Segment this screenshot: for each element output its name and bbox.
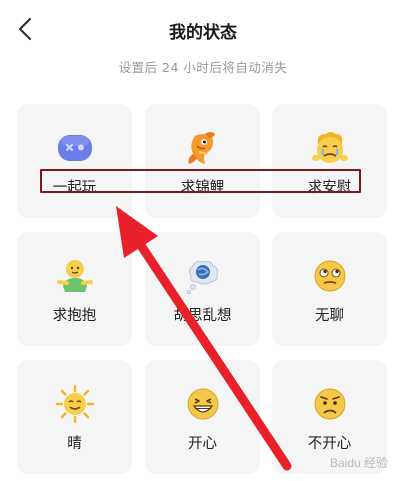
status-grid: 一起玩 求锦鲤 求安慰 求抱抱 胡思乱想 无聊 晴 开心 不开心: [0, 0, 406, 481]
watermark: Baidu 经验: [329, 456, 388, 470]
status-tile-sunny[interactable]: 晴: [17, 360, 132, 474]
status-tile-happy[interactable]: 开心: [145, 360, 260, 474]
annotation-highlight-box: [40, 169, 361, 193]
sun-icon: [17, 384, 132, 424]
status-tile-comfort[interactable]: 求安慰: [272, 104, 387, 218]
hug-person-icon: [17, 256, 132, 296]
status-tile-hug[interactable]: 求抱抱: [17, 232, 132, 346]
grinning-face-icon: [145, 384, 260, 424]
status-tile-bored[interactable]: 无聊: [272, 232, 387, 346]
status-tile-koi[interactable]: 求锦鲤: [145, 104, 260, 218]
sad-face-icon: [272, 384, 387, 424]
status-label: 求抱抱: [52, 308, 97, 324]
status-label: 不开心: [307, 436, 352, 452]
status-tile-play-together[interactable]: 一起玩: [17, 104, 132, 218]
status-label: 晴: [67, 436, 82, 452]
status-label: 无聊: [315, 308, 344, 324]
bored-face-icon: [272, 256, 387, 296]
thought-bubble-icon: [145, 256, 260, 296]
koi-fish-icon: [145, 128, 260, 168]
crying-face-icon: [272, 128, 387, 168]
status-label: 开心: [188, 436, 217, 452]
status-tile-daydream[interactable]: 胡思乱想: [145, 232, 260, 346]
game-controller-icon: [17, 128, 132, 168]
status-label: 胡思乱想: [173, 308, 232, 324]
